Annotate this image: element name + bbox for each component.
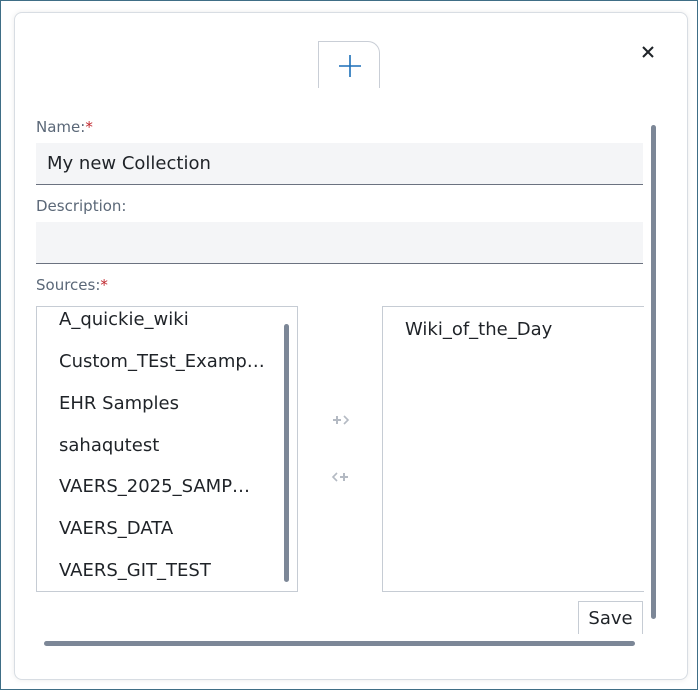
move-left-button[interactable] [330, 468, 352, 486]
list-item[interactable]: VAERS_2025_SAMP… [59, 476, 250, 497]
list-item[interactable]: EHR Samples [59, 393, 179, 414]
close-icon [642, 46, 654, 58]
move-right-button[interactable] [330, 411, 352, 429]
name-required-mark: * [85, 118, 93, 136]
description-label: Description: [36, 197, 127, 215]
description-input[interactable] [36, 222, 643, 264]
move-right-icon [333, 415, 350, 425]
close-button[interactable] [638, 42, 658, 62]
list-item[interactable]: VAERS_DATA [59, 518, 173, 539]
list-item[interactable]: Custom_TEst_Examp… [59, 351, 265, 372]
selected-sources-list[interactable]: Wiki_of_the_Day [382, 306, 644, 592]
available-list-scrollbar[interactable] [284, 324, 289, 582]
dialog-horizontal-scrollbar[interactable] [44, 641, 635, 646]
list-item[interactable]: Wiki_of_the_Day [405, 319, 552, 340]
add-collection-tab[interactable] [318, 41, 380, 88]
plus-icon [339, 55, 361, 77]
sources-required-mark: * [100, 276, 108, 294]
list-item[interactable]: VAERS_GIT_TEST [59, 560, 211, 581]
name-input[interactable] [36, 143, 643, 185]
sources-label: Sources:* [36, 276, 108, 294]
list-item[interactable]: A_quickie_wiki [59, 309, 189, 330]
save-button[interactable]: Save [578, 601, 643, 634]
dialog-vertical-scrollbar[interactable] [651, 125, 656, 619]
available-sources-list[interactable]: A_quickie_wiki Custom_TEst_Examp… EHR Sa… [36, 306, 298, 592]
name-label: Name:* [36, 118, 93, 136]
list-item[interactable]: sahaqutest [59, 435, 159, 456]
move-left-icon [331, 472, 348, 482]
